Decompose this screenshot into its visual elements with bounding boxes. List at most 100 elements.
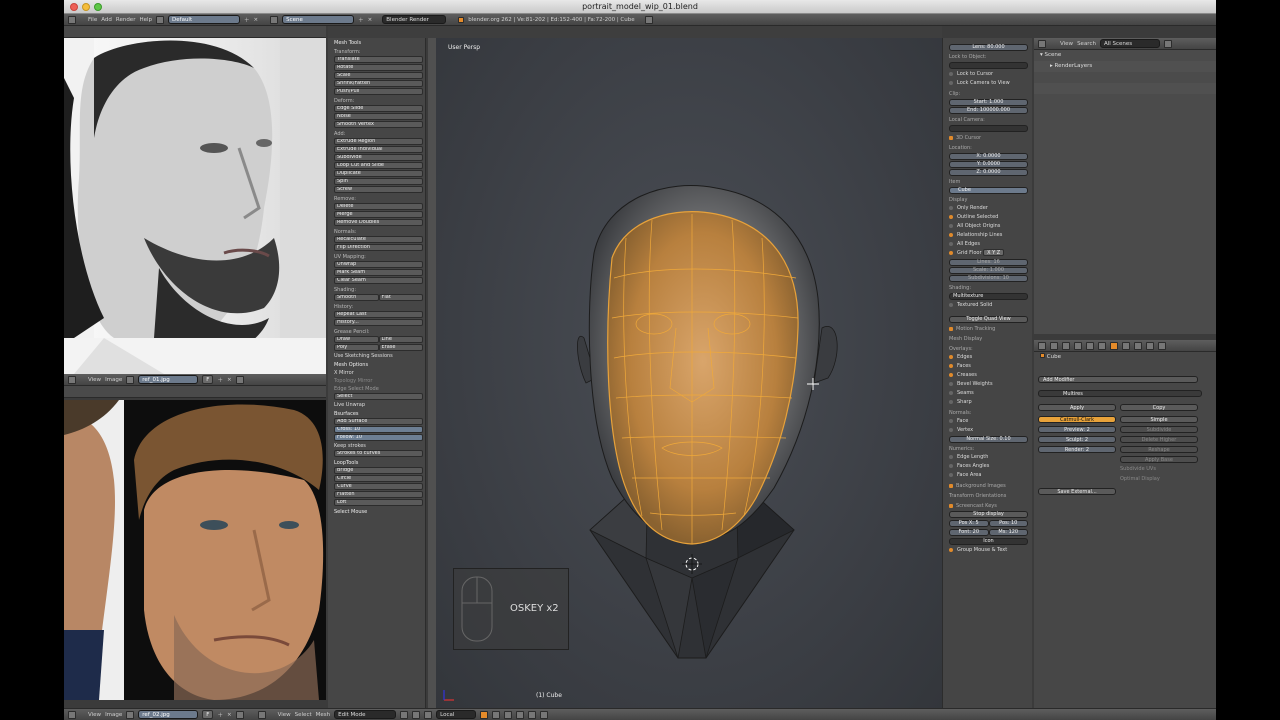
lens-field[interactable]: Lens: 80.000	[949, 44, 1028, 51]
rotate-button[interactable]: Rotate	[334, 64, 423, 71]
face-angles-checkbox[interactable]: Faces Angles	[949, 462, 1028, 471]
outliner-menu-view[interactable]: View	[1060, 41, 1073, 47]
merge-button[interactable]: Merge	[334, 211, 423, 218]
display-header[interactable]: Display	[949, 196, 1028, 204]
subdivide-button[interactable]: Subdivide	[334, 154, 423, 161]
image2-browse-icon[interactable]	[126, 710, 135, 719]
image1-menu-image[interactable]: Image	[105, 377, 122, 383]
object-tab-icon[interactable]	[1086, 341, 1094, 350]
image1-new-icon[interactable]: ＋	[217, 376, 223, 384]
3d-cursor-header[interactable]: 3D Cursor	[949, 134, 1028, 142]
loop-cut-button[interactable]: Loop Cut and Slide	[334, 162, 423, 169]
image2-editor-icon[interactable]	[68, 710, 76, 719]
grid-axes-toggle[interactable]: X Y Z	[983, 249, 1005, 256]
screencast-keys-header[interactable]: Screencast Keys	[949, 502, 1028, 510]
image2-menu-image[interactable]: Image	[105, 712, 122, 718]
gp-draw-button[interactable]: Draw	[334, 336, 379, 343]
delete-button[interactable]: Delete	[334, 203, 423, 210]
mesh-display-header[interactable]: Mesh Display	[949, 335, 1028, 343]
outliner-row-renderlayers[interactable]: ▸ RenderLayers	[1034, 61, 1216, 72]
add-surface-button[interactable]: Add Surface	[334, 418, 423, 425]
delete-higher-button[interactable]: Delete Higher	[1120, 436, 1198, 443]
screw-button[interactable]: Screw	[334, 186, 423, 193]
image1-menu-view[interactable]: View	[88, 377, 101, 383]
proportional-edit-icon[interactable]	[528, 710, 537, 719]
sculpt-field[interactable]: Sculpt: 2	[1038, 436, 1116, 443]
lock-camera-checkbox[interactable]: Lock Camera to View	[949, 79, 1028, 88]
normal-size-field[interactable]: Normal Size: 0.10	[949, 436, 1028, 443]
constraints-tab-icon[interactable]	[1098, 341, 1106, 350]
viewport-menu-select[interactable]: Select	[295, 712, 312, 718]
unwrap-button[interactable]: Unwrap	[334, 261, 423, 268]
motion-tracking-header[interactable]: Motion Tracking	[949, 325, 1028, 333]
item-name-field[interactable]: Cube	[949, 187, 1028, 194]
occlude-geometry-icon[interactable]	[516, 710, 525, 719]
viewport-menu-view[interactable]: View	[278, 712, 291, 718]
textured-solid-checkbox[interactable]: Textured Solid	[949, 301, 1028, 310]
grid-floor-checkbox[interactable]: Grid Floor X Y Z	[949, 249, 1028, 258]
image2-unlink-icon[interactable]: ×	[227, 712, 232, 718]
simple-button[interactable]: Simple	[1120, 416, 1198, 423]
recalculate-button[interactable]: Recalculate	[334, 236, 423, 243]
layout-add-icon[interactable]: ＋	[244, 16, 250, 24]
info-editor-icon[interactable]	[68, 15, 76, 24]
preview-field[interactable]: Preview: 2	[1038, 426, 1116, 433]
only-render-checkbox[interactable]: Only Render	[949, 204, 1028, 213]
circle-button[interactable]: Circle	[334, 475, 423, 482]
scene-selector[interactable]: Scene	[282, 15, 355, 24]
viewport-menu-mesh[interactable]: Mesh	[316, 712, 330, 718]
lock-to-cursor-checkbox[interactable]: Lock to Cursor	[949, 70, 1028, 79]
clear-seam-button[interactable]: Clear Seam	[334, 277, 423, 284]
image2-fake-user-button[interactable]: F	[202, 710, 214, 719]
background-images-header[interactable]: Background Images	[949, 482, 1028, 490]
apply-button[interactable]: Apply	[1038, 404, 1116, 411]
strokes-to-curves-button[interactable]: Strokes to curves	[334, 450, 423, 457]
follow-field[interactable]: Follow: 10	[334, 434, 423, 441]
curve-button[interactable]: Curve	[334, 483, 423, 490]
lock-object-field[interactable]	[949, 62, 1028, 69]
use-sketching-checkbox[interactable]: Use Sketching Sessions	[334, 352, 423, 360]
save-external-button[interactable]: Save External...	[1038, 488, 1116, 495]
gp-poly-button[interactable]: Poly	[334, 344, 379, 351]
menu-add[interactable]: Add	[101, 17, 112, 23]
live-unwrap-checkbox[interactable]: Live Unwrap	[334, 401, 423, 409]
pos-x-field[interactable]: Pos X: 5	[949, 520, 989, 527]
manipulator-icon[interactable]	[424, 710, 433, 719]
overlay-faces-checkbox[interactable]: Faces	[949, 362, 1028, 371]
image2-name-field[interactable]: ref_02.jpg	[138, 710, 199, 719]
image-browse-icon[interactable]	[126, 375, 135, 384]
reshape-button[interactable]: Reshape	[1120, 446, 1198, 453]
image2-new-icon[interactable]: ＋	[217, 711, 223, 719]
properties-editor-icon[interactable]	[1038, 341, 1046, 350]
menu-render[interactable]: Render	[116, 17, 136, 23]
physics-tab-icon[interactable]	[1158, 341, 1166, 350]
viewport-shading-icon[interactable]	[400, 710, 409, 719]
cursor-y-field[interactable]: Y: 0.0000	[949, 161, 1028, 168]
remove-doubles-button[interactable]: Remove Doubles	[334, 219, 423, 226]
normal-face-checkbox[interactable]: Face	[949, 417, 1028, 426]
translate-button[interactable]: Translate	[334, 56, 423, 63]
edge-length-checkbox[interactable]: Edge Length	[949, 453, 1028, 462]
image1-pin-icon[interactable]	[235, 375, 244, 384]
all-object-origins-checkbox[interactable]: All Object Origins	[949, 222, 1028, 231]
normal-vertex-checkbox[interactable]: Vertex	[949, 426, 1028, 435]
render-icon[interactable]	[644, 15, 653, 24]
menu-help[interactable]: Help	[139, 17, 152, 23]
flip-direction-button[interactable]: Flip Direction	[334, 244, 423, 251]
face-area-checkbox[interactable]: Face Area	[949, 471, 1028, 480]
noise-button[interactable]: Noise	[334, 113, 423, 120]
max-field[interactable]: Ms: 120	[988, 529, 1028, 536]
shading-dropdown[interactable]: Multitexture	[949, 293, 1028, 300]
gp-line-button[interactable]: Line	[378, 336, 423, 343]
outline-selected-checkbox[interactable]: Outline Selected	[949, 213, 1028, 222]
3d-viewport[interactable]: User Persp OSKEY x2 (1) Cube	[436, 38, 942, 708]
clip-end-field[interactable]: End: 100000.000	[949, 107, 1028, 114]
toggle-quad-view-button[interactable]: Toggle Quad View	[949, 316, 1028, 323]
cursor-z-field[interactable]: Z: 0.0000	[949, 169, 1028, 176]
extrude-individual-button[interactable]: Extrude Individual	[334, 146, 423, 153]
3d-view-editor-icon[interactable]	[257, 710, 266, 719]
grid-scale-field[interactable]: Scale: 1.000	[949, 267, 1028, 274]
material-tab-icon[interactable]	[1134, 341, 1142, 350]
outliner-search-icon[interactable]	[1163, 39, 1172, 48]
mark-seam-button[interactable]: Mark Seam	[334, 269, 423, 276]
